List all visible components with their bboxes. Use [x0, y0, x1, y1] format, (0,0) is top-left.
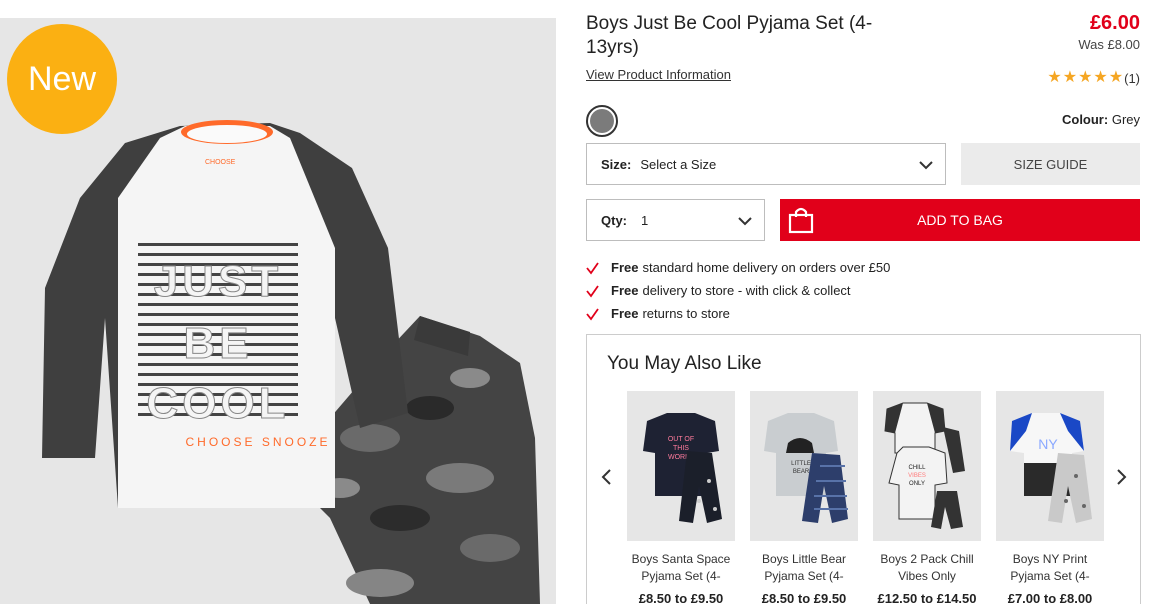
product-card-price: £8.50 to £9.50	[638, 591, 724, 604]
benefit-bold: Free	[611, 260, 639, 275]
colour-info: Colour: Grey	[1062, 112, 1140, 127]
slogan-text: CHOOSE SNOOZE	[185, 435, 330, 449]
add-to-bag-button[interactable]: ADD TO BAG	[780, 199, 1140, 241]
benefit-item: Free standard home delivery on orders ov…	[586, 256, 890, 279]
checkmark-icon	[586, 307, 599, 321]
benefit-item: Free delivery to store - with click & co…	[586, 279, 890, 302]
size-select[interactable]: Size: Select a Size	[586, 143, 946, 185]
chevron-down-icon	[919, 161, 933, 170]
product-card-name: Boys Little Bear Pyjama Set (4-	[761, 552, 847, 583]
product-page: CHOOSE JUST BE COOL CHOOSE SNOOZE New Bo…	[0, 0, 1164, 604]
product-thumbnail: OUT OF THIS WORLD	[627, 391, 735, 541]
rating[interactable]: ★ ★ ★ ★ ★ (1)	[1047, 70, 1140, 86]
review-count: (1)	[1124, 70, 1140, 86]
size-label: Size:	[601, 156, 632, 172]
product-title: Boys Just Be Cool Pyjama Set (4-13yrs)	[586, 13, 873, 58]
new-badge: New	[7, 24, 117, 134]
benefit-bold: Free	[611, 306, 639, 321]
product-card-name: Boys Santa Space Pyjama Set (4-	[631, 552, 731, 583]
product-card-price: £12.50 to £14.50	[877, 591, 977, 604]
product-card-price: £8.50 to £9.50	[761, 591, 847, 604]
chevron-down-icon	[738, 217, 752, 226]
star-icon: ★	[1047, 69, 1062, 86]
svg-text:ONLY: ONLY	[909, 481, 925, 487]
you-may-also-like-carousel: You May Also Like OUT OF THIS WORLD Boys…	[586, 334, 1141, 604]
benefit-text: delivery to store - with click & collect	[642, 283, 851, 298]
checkmark-icon	[586, 261, 599, 275]
delivery-benefits: Free standard home delivery on orders ov…	[586, 256, 890, 325]
carousel-next-button[interactable]	[1111, 465, 1131, 489]
view-product-information-link[interactable]: View Product Information	[586, 67, 731, 82]
neck-label-text: CHOOSE	[205, 159, 236, 166]
carousel-prev-button[interactable]	[597, 465, 617, 489]
star-icon: ★	[1078, 69, 1093, 86]
benefit-item: Free returns to store	[586, 302, 890, 325]
checkmark-icon	[586, 284, 599, 298]
product-card-price: £7.00 to £8.00	[1007, 591, 1093, 604]
product-card[interactable]: OUT OF THIS WORLD Boys Santa Space Pyjam…	[627, 391, 735, 604]
product-card-name: Boys NY Print Pyjama Set (4-	[1010, 552, 1090, 583]
carousel-heading: You May Also Like	[607, 353, 762, 374]
camo-trousers	[300, 316, 540, 604]
star-icon: ★	[1093, 69, 1108, 86]
svg-text:LITTLE: LITTLE	[791, 461, 811, 467]
chevron-right-icon	[1117, 469, 1127, 485]
size-guide-button[interactable]: SIZE GUIDE	[961, 143, 1140, 185]
chevron-left-icon	[601, 469, 611, 485]
product-card[interactable]: NY Boys NY Print Pyjama Set (4- £7.00 to…	[996, 391, 1104, 604]
product-thumbnail: CHILL VIBES ONLY	[873, 391, 981, 541]
quantity-select[interactable]: Qty: 1	[586, 199, 765, 241]
add-to-bag-label: ADD TO BAG	[917, 212, 1003, 228]
shopping-bag-icon	[780, 199, 822, 241]
colour-label: Colour:	[1061, 112, 1109, 127]
qty-value: 1	[641, 212, 649, 228]
print-line-cool: COOL	[146, 379, 289, 428]
benefit-text: returns to store	[642, 306, 730, 321]
was-price: Was £8.00	[1078, 37, 1140, 52]
svg-text:BEAR: BEAR	[793, 469, 810, 475]
product-card[interactable]: LITTLE BEAR Boys Little Bear Pyjama Set …	[750, 391, 858, 604]
svg-text:CHILL: CHILL	[908, 465, 926, 471]
swatch-dot	[590, 109, 614, 133]
current-price: £6.00	[1089, 12, 1140, 34]
size-value: Select a Size	[640, 156, 717, 172]
benefit-bold: Free	[611, 283, 639, 298]
svg-text:NY: NY	[1038, 436, 1058, 452]
product-thumbnail: LITTLE BEAR	[750, 391, 858, 541]
colour-value: Grey	[1111, 112, 1140, 127]
svg-text:VIBES: VIBES	[908, 473, 926, 479]
svg-text:THIS: THIS	[673, 445, 689, 452]
product-card[interactable]: CHILL VIBES ONLY Boys 2 Pack Chill Vibes…	[873, 391, 981, 604]
colour-swatch-grey[interactable]	[586, 105, 618, 137]
print-line-just: JUST	[154, 257, 282, 306]
product-card-name: Boys 2 Pack Chill Vibes Only	[880, 552, 974, 583]
qty-label: Qty:	[601, 212, 627, 228]
benefit-text: standard home delivery on orders over £5…	[642, 260, 891, 275]
product-image[interactable]: CHOOSE JUST BE COOL CHOOSE SNOOZE New	[0, 18, 556, 604]
star-icon: ★	[1108, 69, 1124, 86]
print-line-be: BE	[183, 319, 252, 368]
svg-text:OUT OF: OUT OF	[668, 436, 694, 443]
product-thumbnail: NY	[996, 391, 1104, 541]
star-icon: ★	[1062, 69, 1078, 86]
